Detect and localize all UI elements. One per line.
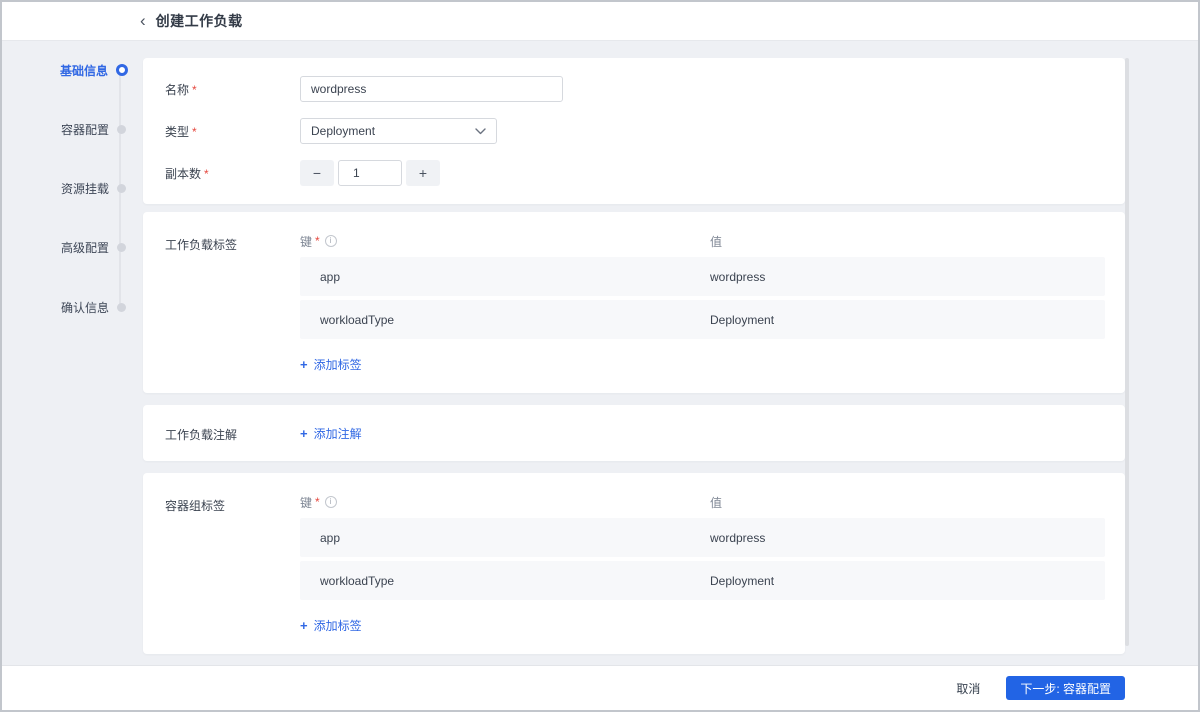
required-mark: * [315, 234, 320, 248]
pod-labels-section-label: 容器组标签 [165, 499, 226, 513]
type-label: 类型 * [165, 123, 300, 140]
label-row[interactable]: workloadType Deployment [300, 561, 1105, 600]
add-label-link[interactable]: + 添加标签 [300, 617, 362, 634]
step-label: 确认信息 [60, 300, 109, 315]
top-bar: ‹ 创建工作负载 [2, 2, 1198, 41]
label-value: wordpress [710, 530, 766, 545]
label-key: workloadType [320, 573, 395, 588]
plus-icon: + [300, 425, 308, 441]
step-label: 容器配置 [60, 122, 109, 137]
step-dot-icon [117, 124, 126, 134]
content-area: 基础信息 容器配置 资源挂载 高级配置 确认信息 名称 * wordpress … [2, 41, 1198, 665]
value-header: 值 [710, 234, 723, 249]
cancel-button[interactable]: 取消 [956, 680, 980, 697]
label-row[interactable]: app wordpress [300, 257, 1105, 296]
replicas-stepper: − + [300, 160, 440, 186]
label-row[interactable]: workloadType Deployment [300, 300, 1105, 339]
replicas-label-text: 副本数 [165, 166, 202, 181]
next-step-button[interactable]: 下一步: 容器配置 [1006, 676, 1125, 700]
step-dot-icon [117, 183, 126, 193]
workload-labels-card: 工作负载标签 键 * i 值 app wordpress workloadTyp… [143, 212, 1125, 393]
replicas-field-row: 副本数* − + [165, 160, 1105, 186]
pod-labels-table: 键 * i 值 app wordpress workloadType Deploy… [300, 495, 1105, 634]
vertical-scrollbar[interactable] [1125, 58, 1129, 646]
step-container-config[interactable]: 容器配置 [55, 121, 133, 137]
table-header: 键 * i 值 [300, 495, 1105, 510]
step-dot-icon [117, 242, 126, 252]
chevron-down-icon [475, 127, 486, 134]
type-select-value: Deployment [311, 124, 376, 138]
name-input[interactable] [300, 76, 563, 102]
replicas-label: 副本数 * [165, 165, 300, 182]
step-dot-icon [117, 302, 126, 312]
add-label-text: 添加标签 [313, 619, 362, 633]
add-label-link[interactable]: + 添加标签 [300, 356, 362, 373]
name-field-row: 名称 * [165, 76, 1105, 102]
step-label: 资源挂载 [60, 181, 109, 196]
key-header: 键 [300, 495, 313, 510]
step-resource-mount[interactable]: 资源挂载 [55, 180, 133, 196]
label-row[interactable]: app wordpress [300, 518, 1105, 557]
type-select[interactable]: Deployment [300, 118, 497, 144]
plus-icon: + [300, 618, 308, 633]
pod-labels-card: 容器组标签 键 * i 值 app wordpress workloadType… [143, 473, 1125, 654]
value-header: 值 [710, 495, 723, 510]
step-basic-info[interactable]: 基础信息 [55, 62, 133, 78]
type-field-row: 类型 * Deployment [165, 118, 1105, 144]
basic-info-card: 名称* 类型* Deployment 副本数* − [143, 58, 1125, 204]
decrement-button[interactable]: − [300, 160, 334, 186]
add-annotation-text: 添加注解 [313, 426, 362, 441]
name-label-text: 名称 [165, 82, 190, 97]
step-nav: 基础信息 容器配置 资源挂载 高级配置 确认信息 [55, 41, 133, 665]
step-label: 高级配置 [60, 240, 109, 255]
footer-bar: 取消 下一步: 容器配置 [2, 665, 1198, 710]
required-mark: * [204, 166, 209, 181]
key-header: 键 [300, 234, 313, 249]
label-key: app [320, 269, 341, 284]
step-label: 基础信息 [59, 63, 108, 78]
label-value: wordpress [710, 269, 766, 284]
type-label-text: 类型 [165, 124, 190, 139]
label-value: Deployment [710, 573, 775, 588]
workload-labels-section-label: 工作负载标签 [165, 238, 238, 252]
back-chevron-icon: ‹ [140, 10, 146, 30]
label-key: workloadType [320, 312, 395, 327]
back-button[interactable]: ‹ 创建工作负载 [140, 11, 243, 31]
replicas-input[interactable] [338, 160, 402, 186]
label-value: Deployment [710, 312, 775, 327]
plus-icon: + [300, 357, 308, 372]
workload-annotations-section-label: 工作负载注解 [165, 427, 238, 442]
workload-annotations-card: 工作负载注解 + 添加注解 [143, 405, 1125, 461]
add-label-text: 添加标签 [313, 358, 362, 372]
name-label: 名称 * [165, 81, 300, 98]
page-title: 创建工作负载 [155, 13, 243, 29]
increment-button[interactable]: + [406, 160, 440, 186]
step-dot-active-icon [116, 64, 128, 76]
add-annotation-link[interactable]: + 添加注解 [300, 425, 362, 442]
workload-labels-table: 键 * i 值 app wordpress workloadType Deploy… [300, 234, 1105, 373]
required-mark: * [192, 82, 197, 97]
required-mark: * [192, 124, 197, 139]
required-mark: * [315, 495, 320, 509]
label-key: app [320, 530, 341, 545]
step-advanced-config[interactable]: 高级配置 [55, 239, 133, 255]
info-icon[interactable]: i [324, 496, 337, 508]
step-confirm-info[interactable]: 确认信息 [55, 299, 133, 315]
info-icon[interactable]: i [324, 235, 337, 247]
table-header: 键 * i 值 [300, 234, 1105, 249]
